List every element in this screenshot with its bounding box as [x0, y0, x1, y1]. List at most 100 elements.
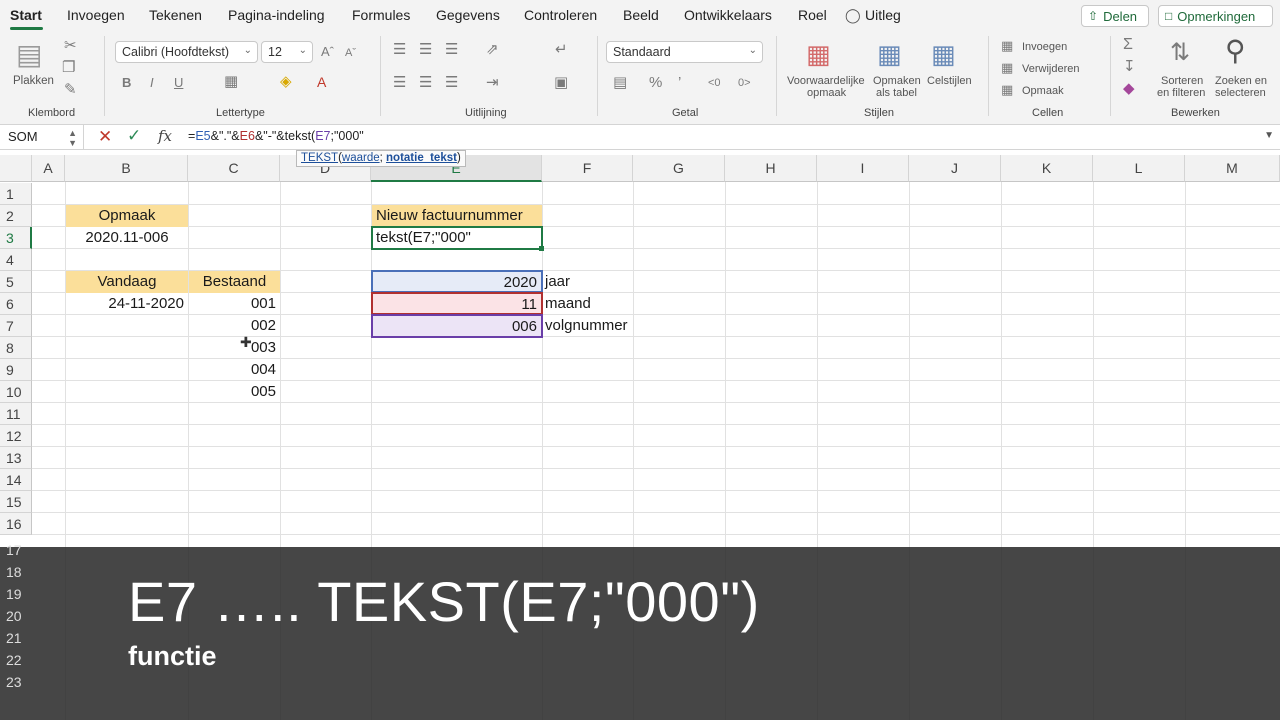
row-header-16[interactable]: 16 — [0, 513, 32, 535]
col-header-i[interactable]: I — [817, 155, 909, 182]
col-header-h[interactable]: H — [725, 155, 817, 182]
number-format-select[interactable]: Standaard ⌄ — [606, 41, 763, 63]
copy-icon[interactable]: ❐ — [62, 60, 75, 76]
delete-cells-icon[interactable]: ▦ — [1001, 60, 1013, 76]
row-header-3[interactable]: 3 — [0, 227, 32, 249]
align-left-icon[interactable]: ☰ — [393, 75, 406, 91]
tooltip-function-name[interactable]: TEKST — [301, 152, 338, 164]
cell-b6[interactable]: 24-11-2020 — [66, 293, 188, 315]
align-center-icon[interactable]: ☰ — [419, 75, 432, 91]
paste-icon[interactable]: ▤ — [16, 40, 42, 70]
conditional-format-icon[interactable]: ▦ — [806, 40, 831, 68]
align-top-icon[interactable]: ☰ — [393, 42, 406, 58]
row-header-8[interactable]: 8 — [0, 337, 32, 359]
col-header-k[interactable]: K — [1001, 155, 1093, 182]
table-format-label2[interactable]: als tabel — [876, 87, 917, 99]
format-painter-icon[interactable]: ✎ — [64, 82, 77, 98]
cell-e2[interactable]: Nieuw factuurnummer — [372, 205, 542, 227]
tab-pagina-indeling[interactable]: Pagina-indeling — [228, 7, 325, 23]
cell-e7[interactable]: 006 — [371, 314, 543, 338]
col-header-c[interactable]: C — [188, 155, 280, 182]
tab-controleren[interactable]: Controleren — [524, 7, 597, 23]
cell-c9[interactable]: 004 — [189, 359, 280, 381]
row-header-5[interactable]: 5 — [0, 271, 32, 293]
bold-icon[interactable]: B — [122, 75, 131, 91]
tab-roel[interactable]: Roel — [798, 7, 827, 23]
cell-b3[interactable]: 2020.11-006 — [66, 227, 188, 249]
indent-icon[interactable]: ⇥ — [486, 75, 499, 91]
fill-icon[interactable]: ↧ — [1123, 59, 1136, 75]
increase-font-icon[interactable]: Aˆ — [321, 44, 334, 60]
select-all-corner[interactable] — [0, 155, 32, 182]
row-header-4[interactable]: 4 — [0, 249, 32, 271]
row-header-2[interactable]: 2 — [0, 205, 32, 227]
fill-handle[interactable] — [539, 246, 544, 251]
tab-gegevens[interactable]: Gegevens — [436, 7, 500, 23]
cell-b5[interactable]: Vandaag — [66, 271, 188, 293]
col-header-j[interactable]: J — [909, 155, 1001, 182]
formula-input[interactable]: =E5&"."&E6&"-"&tekst(E7;"000" — [188, 129, 364, 143]
sort-label1[interactable]: Sorteren — [1161, 75, 1203, 87]
format-cells-label[interactable]: Opmaak — [1022, 85, 1064, 97]
paste-label[interactable]: Plakken — [13, 75, 54, 87]
align-middle-icon[interactable]: ☰ — [419, 42, 432, 58]
col-header-l[interactable]: L — [1093, 155, 1185, 182]
function-icon[interactable]: fx — [158, 127, 172, 145]
row-header-14[interactable]: 14 — [0, 469, 32, 491]
cell-c10[interactable]: 005 — [189, 381, 280, 403]
cell-e5[interactable]: 2020 — [371, 270, 543, 293]
delete-cells-label[interactable]: Verwijderen — [1022, 63, 1079, 75]
table-format-label1[interactable]: Opmaken — [873, 75, 921, 87]
confirm-icon[interactable]: ✓ — [127, 126, 141, 146]
font-size-select[interactable]: 12 ⌄ — [261, 41, 313, 63]
format-cells-icon[interactable]: ▦ — [1001, 82, 1013, 98]
align-bottom-icon[interactable]: ☰ — [445, 42, 458, 58]
increase-decimal-icon[interactable]: <0 — [708, 75, 721, 91]
orientation-icon[interactable]: ⇗ — [486, 42, 499, 58]
cut-icon[interactable]: ✂ — [64, 38, 77, 54]
insert-cells-label[interactable]: Invoegen — [1022, 41, 1067, 53]
col-header-b[interactable]: B — [65, 155, 188, 182]
insert-cells-icon[interactable]: ▦ — [1001, 38, 1013, 54]
expand-formula-icon[interactable]: ▼ — [1264, 130, 1274, 141]
cell-f7[interactable]: volgnummer — [542, 315, 662, 337]
font-name-select[interactable]: Calibri (Hoofdtekst) ⌄ — [115, 41, 258, 63]
comments-button[interactable]: □ Opmerkingen — [1158, 5, 1273, 27]
find-label2[interactable]: selecteren — [1215, 87, 1266, 99]
cell-b2[interactable]: Opmaak — [66, 205, 188, 227]
tab-start[interactable]: Start — [10, 7, 42, 23]
tooltip-arg-value[interactable]: waarde — [342, 152, 380, 164]
row-header-1[interactable]: 1 — [0, 183, 32, 205]
comma-icon[interactable]: ’ — [678, 75, 681, 91]
col-header-m[interactable]: M — [1185, 155, 1280, 182]
cell-e6[interactable]: 11 — [371, 292, 543, 315]
tooltip-arg-format[interactable]: notatie_tekst — [386, 152, 457, 164]
autosum-icon[interactable]: Σ — [1123, 37, 1133, 53]
sort-filter-icon[interactable]: ⇅ — [1170, 40, 1190, 66]
row-header-6[interactable]: 6 — [0, 293, 32, 315]
sort-label2[interactable]: en filteren — [1157, 87, 1205, 99]
row-header-10[interactable]: 10 — [0, 381, 32, 403]
decrease-font-icon[interactable]: Aˇ — [345, 45, 356, 61]
tab-beeld[interactable]: Beeld — [623, 7, 659, 23]
find-label1[interactable]: Zoeken en — [1215, 75, 1267, 87]
cell-f6[interactable]: maand — [542, 293, 662, 315]
cond-format-label2[interactable]: opmaak — [807, 87, 846, 99]
row-header-15[interactable]: 15 — [0, 491, 32, 513]
format-as-table-icon[interactable]: ▦ — [877, 40, 902, 68]
italic-icon[interactable]: I — [150, 75, 154, 91]
cell-c7[interactable]: 002 — [189, 315, 280, 337]
tab-uitleg[interactable]: Uitleg — [865, 7, 901, 23]
search-icon[interactable]: ⚲ — [1225, 36, 1246, 66]
decrease-decimal-icon[interactable]: 0> — [738, 75, 751, 91]
tab-ontwikkelaars[interactable]: Ontwikkelaars — [684, 7, 772, 23]
cell-styles-label[interactable]: Celstijlen — [927, 75, 972, 87]
share-button[interactable]: ⇧ Delen — [1081, 5, 1149, 27]
cell-c5[interactable]: Bestaand — [189, 271, 280, 293]
cell-styles-icon[interactable]: ▦ — [931, 40, 956, 68]
row-header-13[interactable]: 13 — [0, 447, 32, 469]
name-box[interactable]: SOM ▲ ▼ — [0, 125, 84, 149]
underline-icon[interactable]: U — [174, 75, 183, 91]
cell-c8[interactable]: 003 — [189, 337, 280, 359]
cell-e3-active-editor[interactable]: tekst(E7;"000" — [371, 226, 543, 250]
